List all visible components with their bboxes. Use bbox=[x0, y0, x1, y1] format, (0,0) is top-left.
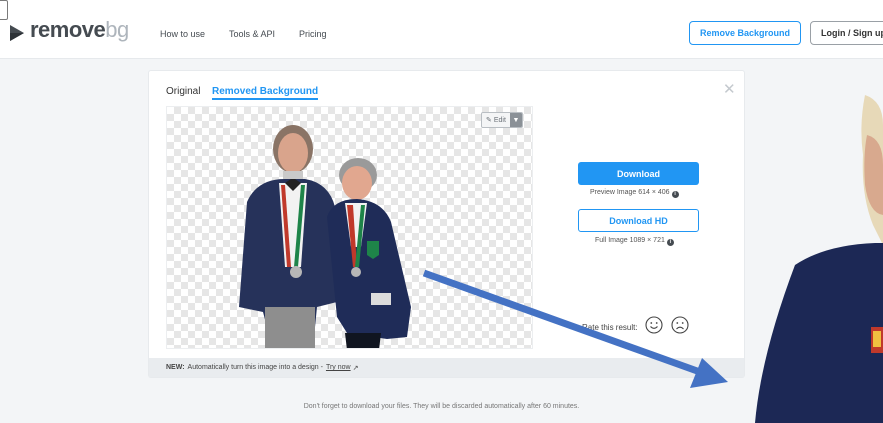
try-now-link[interactable]: Try now bbox=[326, 364, 351, 371]
nav-how-to-use[interactable]: How to use bbox=[160, 29, 205, 39]
login-signup-button[interactable]: Login / Sign up bbox=[810, 21, 883, 45]
preview-image-text: Preview Image 614 × 406 bbox=[590, 189, 670, 196]
full-image-text: Full Image 1089 × 721 bbox=[595, 237, 665, 244]
pencil-icon: ✎ bbox=[486, 117, 492, 124]
full-image-info: Full Image 1089 × 721 i bbox=[595, 237, 674, 246]
nav-pricing[interactable]: Pricing bbox=[299, 29, 327, 39]
preview-image-info: Preview Image 614 × 406 i bbox=[590, 189, 679, 198]
logo-text: removebg bbox=[30, 17, 129, 43]
nav-tools-api[interactable]: Tools & API bbox=[229, 29, 275, 39]
banner-text: Automatically turn this image into a des… bbox=[187, 364, 323, 371]
tab-original[interactable]: Original bbox=[166, 86, 200, 97]
window-corner-control[interactable] bbox=[0, 0, 8, 20]
chevron-down-icon[interactable]: ▼ bbox=[509, 113, 522, 127]
external-link-icon[interactable]: ↗ bbox=[353, 364, 359, 372]
info-icon[interactable]: i bbox=[671, 191, 679, 198]
cropped-person-image bbox=[755, 95, 883, 423]
close-icon[interactable]: ✕ bbox=[723, 80, 736, 98]
top-bar: removebg How to use Tools & API Pricing … bbox=[0, 0, 883, 59]
rate-result-label: Rate this result: bbox=[582, 323, 638, 332]
smile-icon[interactable] bbox=[645, 316, 663, 334]
download-reminder: Don't forget to download your files. The… bbox=[303, 403, 580, 410]
download-button[interactable]: Download bbox=[578, 162, 699, 185]
play-logo-icon bbox=[10, 25, 24, 41]
preview-image bbox=[166, 106, 533, 349]
download-hd-button[interactable]: Download HD bbox=[578, 209, 699, 232]
logo-text-accent: bg bbox=[105, 17, 129, 42]
edit-label: Edit bbox=[493, 116, 506, 124]
new-feature-banner: NEW: Automatically turn this image into … bbox=[149, 358, 744, 377]
remove-background-button[interactable]: Remove Background bbox=[689, 21, 801, 45]
banner-new-label: NEW: bbox=[166, 364, 185, 371]
edit-button[interactable]: ✎ Edit ▼ bbox=[481, 112, 523, 128]
frown-icon[interactable] bbox=[671, 316, 689, 334]
logo-text-main: remove bbox=[30, 17, 106, 42]
tab-removed-background[interactable]: Removed Background bbox=[212, 86, 319, 100]
info-icon[interactable]: i bbox=[666, 239, 674, 246]
edit-button-main[interactable]: ✎ Edit bbox=[482, 113, 510, 127]
cutout-people-image bbox=[239, 125, 411, 348]
